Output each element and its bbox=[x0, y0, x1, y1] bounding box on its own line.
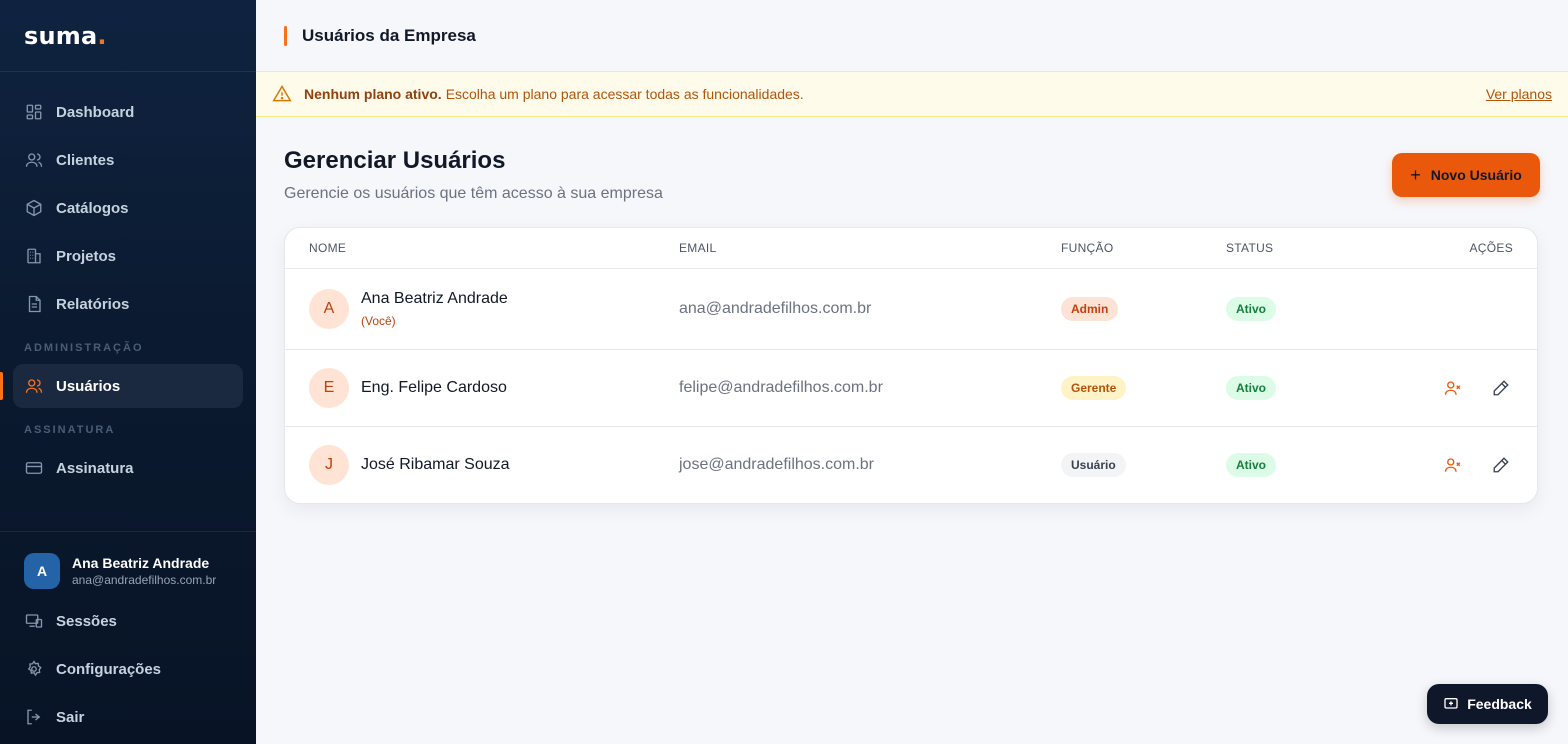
avatar: E bbox=[309, 368, 349, 408]
status-badge: Ativo bbox=[1226, 297, 1276, 321]
sidebar-item-label: Configurações bbox=[56, 660, 162, 678]
table-row: E Eng. Felipe Cardoso felipe@andradefilh… bbox=[285, 350, 1537, 427]
deactivate-user-icon[interactable] bbox=[1443, 378, 1463, 398]
user-name: José Ribamar Souza bbox=[361, 456, 510, 473]
avatar: A bbox=[309, 289, 349, 329]
no-plan-banner: Nenhum plano ativo. Escolha um plano par… bbox=[256, 72, 1568, 117]
sidebar-item-label: Assinatura bbox=[56, 459, 134, 477]
sidebar-item-label: Usuários bbox=[56, 377, 121, 395]
section-label-billing: ASSINATURA bbox=[24, 424, 116, 436]
column-header-email: EMAIL bbox=[679, 241, 717, 255]
sidebar-item-assinatura[interactable]: Assinatura bbox=[13, 446, 243, 490]
role-badge: Admin bbox=[1061, 297, 1119, 321]
feedback-button[interactable]: Feedback bbox=[1427, 684, 1548, 724]
users-table: NOME EMAIL FUNÇÃO STATUS AÇÕES A Ana Bea… bbox=[284, 227, 1538, 504]
sidebar-item-sair[interactable]: Sair bbox=[13, 695, 243, 739]
sidebar-footer: A Ana Beatriz Andrade ana@andradefilhos.… bbox=[0, 531, 256, 743]
column-header-funcao: FUNÇÃO bbox=[1061, 241, 1114, 255]
sidebar-item-configuracoes[interactable]: Configurações bbox=[13, 647, 243, 691]
sidebar-item-relatorios[interactable]: Relatórios bbox=[13, 282, 243, 326]
sidebar-item-label: Clientes bbox=[56, 151, 115, 169]
table-row: A Ana Beatriz Andrade (Você) ana@andrade… bbox=[285, 269, 1537, 350]
report-icon bbox=[24, 294, 44, 314]
feedback-icon bbox=[1443, 696, 1459, 712]
role-badge: Gerente bbox=[1061, 376, 1127, 400]
plus-icon: + bbox=[1410, 164, 1421, 185]
edit-icon[interactable] bbox=[1491, 378, 1511, 398]
banner-message: Escolha um plano para acessar todas as f… bbox=[445, 86, 804, 102]
sidebar-item-label: Relatórios bbox=[56, 295, 130, 313]
user-name: Eng. Felipe Cardoso bbox=[361, 379, 507, 396]
row-actions bbox=[1426, 378, 1537, 398]
table-header: NOME EMAIL FUNÇÃO STATUS AÇÕES bbox=[285, 228, 1537, 269]
column-header-status: STATUS bbox=[1226, 241, 1274, 255]
user-email: felipe@andradefilhos.com.br bbox=[679, 379, 883, 396]
page-subtitle: Gerencie os usuários que têm acesso à su… bbox=[284, 185, 663, 202]
users-section: Gerenciar Usuários Gerencie os usuários … bbox=[256, 117, 1568, 504]
avatar: J bbox=[309, 445, 349, 485]
main-content: Usuários da Empresa Nenhum plano ativo. … bbox=[256, 0, 1568, 744]
sidebar-item-projetos[interactable]: Projetos bbox=[13, 234, 243, 278]
sidebar-item-clientes[interactable]: Clientes bbox=[13, 138, 243, 182]
sidebar-item-catalogos[interactable]: Catálogos bbox=[13, 186, 243, 230]
role-badge: Usuário bbox=[1061, 453, 1126, 477]
column-header-acoes: AÇÕES bbox=[1469, 241, 1513, 255]
title-accent bbox=[284, 25, 287, 46]
gear-icon bbox=[24, 659, 44, 679]
current-user-card[interactable]: A Ana Beatriz Andrade ana@andradefilhos.… bbox=[0, 532, 256, 599]
sidebar-item-label: Sair bbox=[56, 708, 85, 726]
sidebar-item-label: Catálogos bbox=[56, 199, 129, 217]
dashboard-icon bbox=[24, 102, 44, 122]
sidebar: suma. Dashboard Clientes Catálogos Proje… bbox=[0, 0, 256, 744]
user-email: ana@andradefilhos.com.br bbox=[679, 300, 872, 317]
page-title: Gerenciar Usuários bbox=[284, 147, 506, 174]
row-actions bbox=[1426, 455, 1537, 475]
status-badge: Ativo bbox=[1226, 453, 1276, 477]
sidebar-nav: Dashboard Clientes Catálogos Projetos Re… bbox=[0, 72, 256, 490]
user-email: jose@andradefilhos.com.br bbox=[679, 456, 875, 473]
user-name: Ana Beatriz Andrade bbox=[361, 290, 508, 307]
current-user-name: Ana Beatriz Andrade bbox=[72, 555, 210, 571]
users-icon bbox=[24, 376, 44, 396]
new-user-button[interactable]: + Novo Usuário bbox=[1392, 153, 1540, 197]
topbar: Usuários da Empresa bbox=[256, 0, 1568, 72]
deactivate-user-icon[interactable] bbox=[1443, 455, 1463, 475]
feedback-label: Feedback bbox=[1467, 696, 1532, 712]
section-label-admin: ADMINISTRAÇÃO bbox=[24, 342, 144, 354]
box-icon bbox=[24, 198, 44, 218]
devices-icon bbox=[24, 611, 44, 631]
column-header-nome: NOME bbox=[309, 241, 347, 255]
logout-icon bbox=[24, 707, 44, 727]
table-row: J José Ribamar Souza jose@andradefilhos.… bbox=[285, 427, 1537, 503]
users-icon bbox=[24, 150, 44, 170]
view-plans-link[interactable]: Ver planos bbox=[1486, 86, 1552, 102]
banner-title: Nenhum plano ativo. bbox=[304, 86, 442, 102]
new-user-button-label: Novo Usuário bbox=[1430, 167, 1522, 183]
current-user-email: ana@andradefilhos.com.br bbox=[72, 573, 217, 587]
avatar: A bbox=[24, 553, 60, 589]
page-header-title: Usuários da Empresa bbox=[302, 25, 476, 45]
brand-logo[interactable]: suma. bbox=[0, 0, 256, 72]
sidebar-item-label: Dashboard bbox=[56, 103, 135, 121]
sidebar-item-usuarios[interactable]: Usuários bbox=[0, 364, 243, 408]
credit-card-icon bbox=[24, 458, 44, 478]
status-badge: Ativo bbox=[1226, 376, 1276, 400]
sidebar-item-dashboard[interactable]: Dashboard bbox=[13, 90, 243, 134]
current-user-tag: (Você) bbox=[361, 314, 396, 328]
sidebar-item-label: Sessões bbox=[56, 612, 117, 630]
sidebar-item-sessoes[interactable]: Sessões bbox=[13, 599, 243, 643]
building-icon bbox=[24, 246, 44, 266]
edit-icon[interactable] bbox=[1491, 455, 1511, 475]
sidebar-item-label: Projetos bbox=[56, 247, 117, 265]
warning-icon bbox=[272, 84, 292, 104]
